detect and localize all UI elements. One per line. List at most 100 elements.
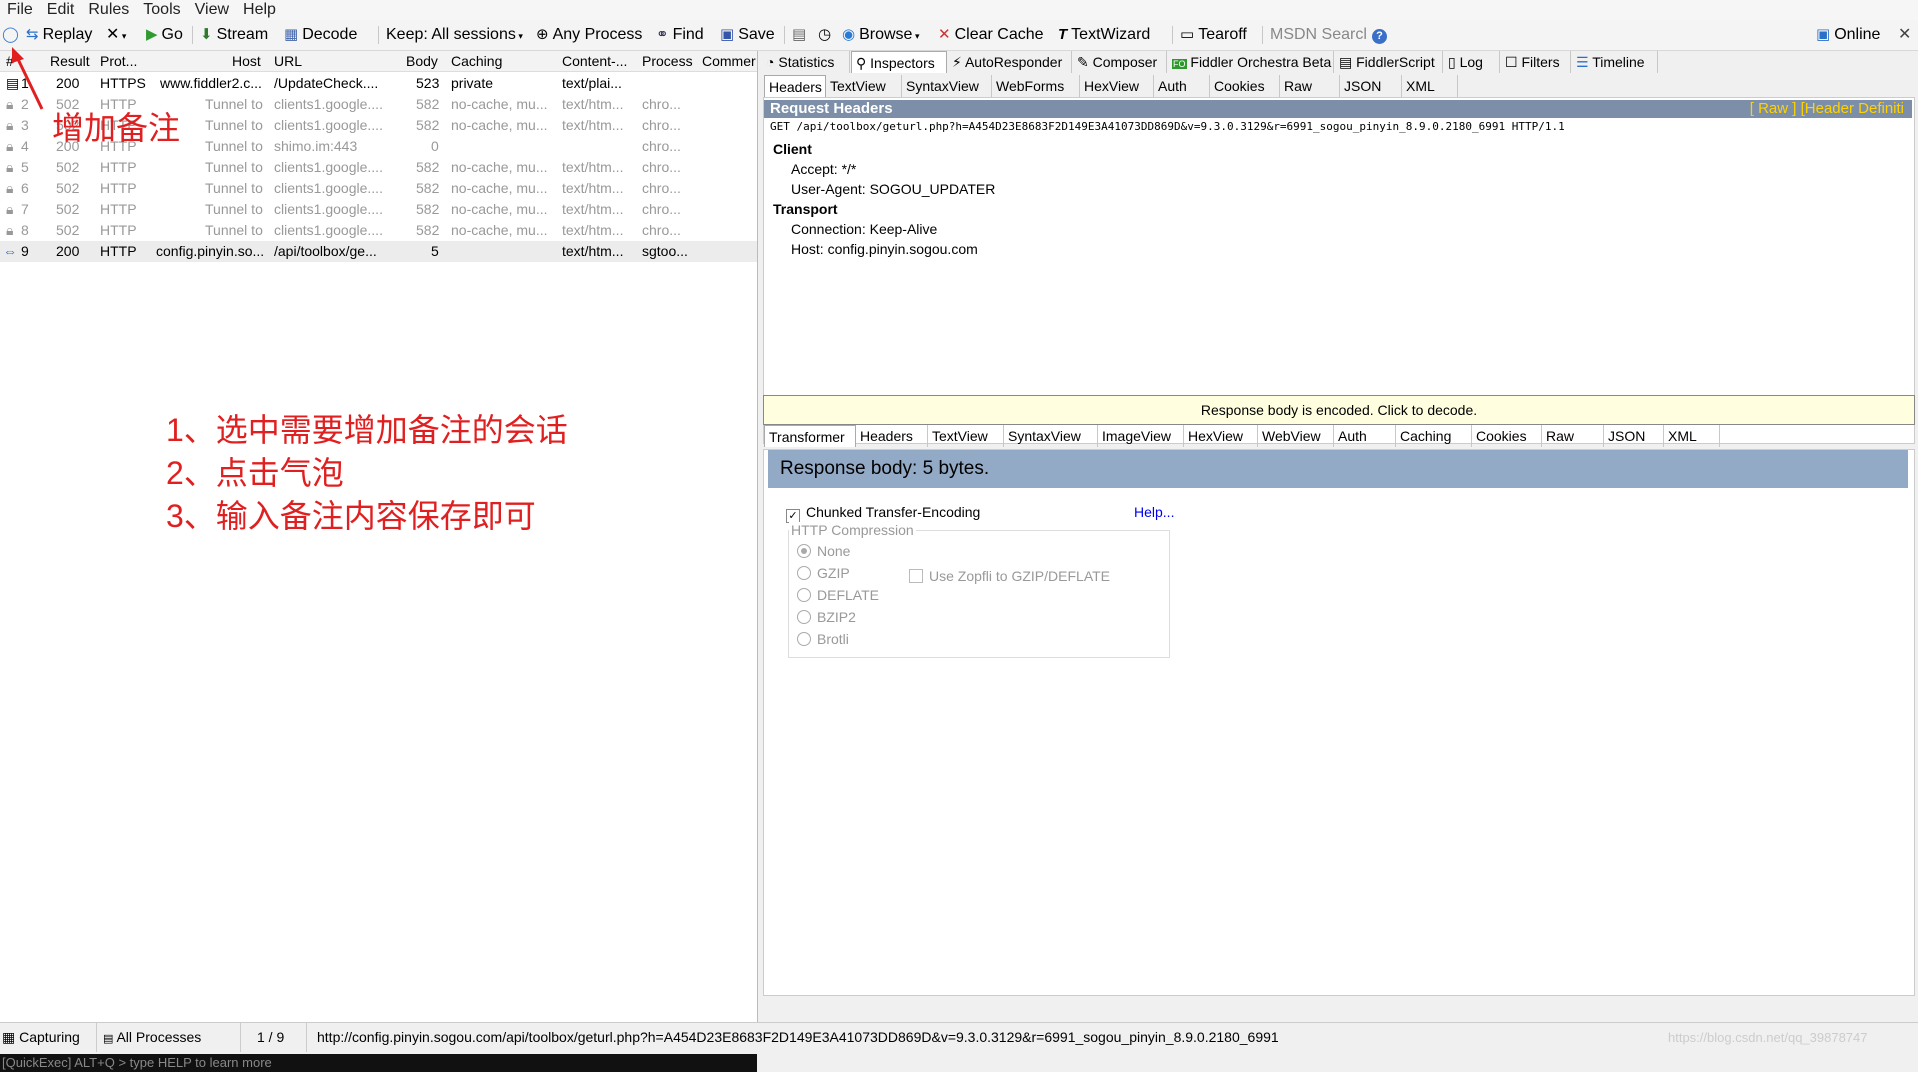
decode-button[interactable]: ▦ Decode [284, 20, 357, 50]
capturing-toggle[interactable]: ▦ Capturing [2, 1023, 80, 1052]
timer-button[interactable]: ◷ [818, 20, 835, 50]
menu-file[interactable]: File [0, 0, 40, 20]
req-tab-headers[interactable]: Headers [764, 75, 826, 97]
save-button[interactable]: ▣ Save [720, 20, 775, 50]
quickexec-input[interactable]: [QuickExec] ALT+Q > type HELP to learn m… [0, 1054, 757, 1072]
browse-button[interactable]: ◉ Browse ▾ [842, 20, 919, 50]
col-body[interactable]: Body [406, 51, 438, 71]
radio-none[interactable]: None [797, 543, 850, 559]
transport-section-label: Transport [773, 201, 838, 217]
req-tab-auth[interactable]: Auth [1154, 75, 1210, 97]
tab-fiddler-orchestra[interactable]: FO Fiddler Orchestra Beta [1168, 51, 1334, 73]
col-host[interactable]: Host [232, 51, 261, 71]
col-caching[interactable]: Caching [451, 51, 502, 71]
req-tab-raw[interactable]: Raw [1280, 75, 1340, 97]
header-host: Host: config.pinyin.sogou.com [791, 241, 978, 257]
session-row[interactable]: 🔒︎ 7 502 HTTP Tunnel to clients1.google.… [0, 199, 757, 220]
session-list-pane: # Result Prot... Host URL Body Caching C… [0, 47, 758, 1072]
col-comments[interactable]: Commer [702, 51, 757, 71]
menu-view[interactable]: View [188, 0, 236, 20]
session-row[interactable]: 🔒︎ 6 502 HTTP Tunnel to clients1.google.… [0, 178, 757, 199]
radio-brotli[interactable]: Brotli [797, 631, 849, 647]
keep-sessions-dropdown[interactable]: Keep: All sessions ▾ [386, 20, 523, 50]
close-icon[interactable]: ✕ [1898, 20, 1911, 50]
timeline-icon: ☰ [1576, 54, 1593, 70]
tearoff-button[interactable]: ▭ Tearoff [1180, 20, 1247, 50]
tab-inspectors[interactable]: ⚲ Inspectors [851, 51, 947, 73]
col-url[interactable]: URL [274, 51, 302, 71]
resp-tab-headers[interactable]: Headers [856, 425, 928, 447]
fo-icon: FO [1172, 59, 1187, 69]
resp-tab-xml[interactable]: XML [1664, 425, 1720, 447]
resp-tab-syntaxview[interactable]: SyntaxView [1004, 425, 1098, 447]
http-compression-label: HTTP Compression [789, 522, 916, 538]
session-row[interactable]: 🔒︎ 5 502 HTTP Tunnel to clients1.google.… [0, 157, 757, 178]
any-process-button[interactable]: ⊕ Any Process [536, 20, 642, 50]
resp-tab-json[interactable]: JSON [1604, 425, 1664, 447]
menu-tools[interactable]: Tools [136, 0, 187, 20]
col-content-type[interactable]: Content-... [562, 51, 627, 71]
tab-autoresponder[interactable]: ⚡ AutoResponder [948, 51, 1072, 73]
resp-tab-transformer[interactable]: Transformer [764, 425, 856, 447]
response-encoded-notice[interactable]: Response body is encoded. Click to decod… [763, 395, 1915, 425]
clear-cache-icon: ✕ [938, 26, 951, 43]
resp-tab-auth[interactable]: Auth [1334, 425, 1396, 447]
clear-cache-button[interactable]: ✕ Clear Cache [938, 20, 1044, 50]
tab-fiddlerscript[interactable]: ▤ FiddlerScript [1335, 51, 1443, 73]
help-icon[interactable]: ? [1372, 20, 1387, 50]
req-tab-webforms[interactable]: WebForms [992, 75, 1080, 97]
req-tab-xml[interactable]: XML [1402, 75, 1458, 97]
req-tab-hexview[interactable]: HexView [1080, 75, 1154, 97]
go-button[interactable]: ▶ Go [146, 20, 183, 50]
menu-help[interactable]: Help [236, 0, 283, 20]
remove-button[interactable]: ✕ ▾ [106, 20, 126, 50]
req-tab-textview[interactable]: TextView [826, 75, 902, 97]
tab-filters[interactable]: ☐ Filters [1501, 51, 1571, 73]
request-line: GET /api/toolbox/geturl.php?h=A454D23E86… [770, 120, 1565, 133]
radio-deflate[interactable]: DEFLATE [797, 587, 879, 603]
req-tab-cookies[interactable]: Cookies [1210, 75, 1280, 97]
tab-statistics[interactable]: ◔ Statistics [762, 51, 850, 73]
tab-composer[interactable]: ✎ Composer [1073, 51, 1167, 73]
binoculars-icon: ⚭ [656, 26, 669, 43]
online-status[interactable]: ▣ Online [1816, 20, 1880, 50]
req-tab-syntaxview[interactable]: SyntaxView [902, 75, 992, 97]
find-button[interactable]: ⚭ Find [656, 20, 704, 50]
inspector-pane: ◔ Statistics ⚲ Inspectors ⚡ AutoResponde… [760, 51, 1918, 1022]
session-row-selected[interactable]: ⇔ 9 200 HTTP config.pinyin.so... /api/to… [0, 241, 757, 262]
resp-tab-raw[interactable]: Raw [1542, 425, 1604, 447]
session-row[interactable]: 🔒︎ 8 502 HTTP Tunnel to clients1.google.… [0, 220, 757, 241]
menu-edit[interactable]: Edit [40, 0, 82, 20]
chunked-checkbox[interactable]: ✓ Chunked Transfer-Encoding [786, 504, 980, 523]
tab-log[interactable]: ▯ Log [1444, 51, 1500, 73]
menu-rules[interactable]: Rules [81, 0, 136, 20]
tab-timeline[interactable]: ☰ Timeline [1572, 51, 1658, 73]
screenshot-button[interactable]: ▤ [792, 20, 810, 50]
save-icon: ▣ [720, 26, 735, 43]
radio-bzip2[interactable]: BZIP2 [797, 609, 856, 625]
col-protocol[interactable]: Prot... [100, 51, 137, 71]
annotation-arrow [12, 47, 44, 110]
textwizard-button[interactable]: T TextWizard [1058, 20, 1150, 50]
zopfli-checkbox[interactable]: Use Zopfli to GZIP/DEFLATE [909, 568, 1110, 584]
req-tab-json[interactable]: JSON [1340, 75, 1402, 97]
request-header-links[interactable]: [ Raw ] [Header Definiti [1750, 100, 1904, 118]
col-process[interactable]: Process [642, 51, 693, 71]
help-link[interactable]: Help... [1134, 504, 1174, 520]
resp-tab-caching[interactable]: Caching [1396, 425, 1472, 447]
resp-tab-cookies[interactable]: Cookies [1472, 425, 1542, 447]
resp-tab-hexview[interactable]: HexView [1184, 425, 1258, 447]
process-filter[interactable]: ▤ All Processes [96, 1023, 201, 1052]
msdn-search-input[interactable]: MSDN Searcl [1270, 20, 1367, 50]
resp-tab-imageview[interactable]: ImageView [1098, 425, 1184, 447]
session-list-header: # Result Prot... Host URL Body Caching C… [0, 51, 757, 72]
status-url: http://config.pinyin.sogou.com/api/toolb… [306, 1023, 1279, 1052]
request-headers-title: Request Headers [764, 100, 1912, 118]
resp-tab-textview[interactable]: TextView [928, 425, 1004, 447]
radio-gzip[interactable]: GZIP [797, 565, 850, 581]
session-row[interactable]: ▤ 1 200 HTTPS www.fiddler2.c... /UpdateC… [0, 73, 757, 94]
response-body-title: Response body: 5 bytes. [768, 450, 1908, 488]
camera-icon: ▤ [792, 26, 807, 43]
resp-tab-webview[interactable]: WebView [1258, 425, 1334, 447]
stream-button[interactable]: ⬇ Stream [200, 20, 268, 50]
